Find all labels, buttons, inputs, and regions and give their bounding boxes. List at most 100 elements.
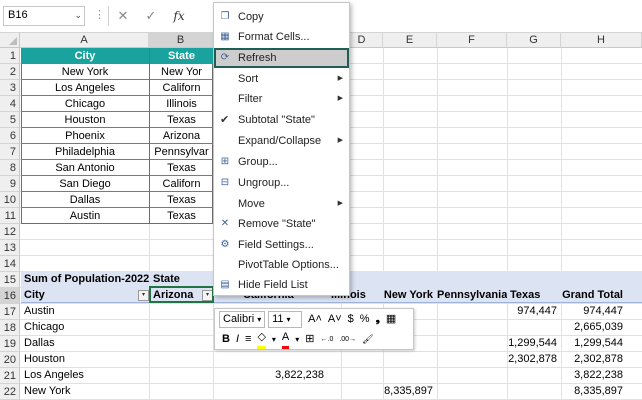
- pivot-col-new-york[interactable]: New York: [383, 287, 437, 303]
- row-header-17[interactable]: 17: [0, 304, 20, 320]
- row-header-18[interactable]: 18: [0, 320, 20, 336]
- pivot-row-city[interactable]: Austin: [21, 303, 149, 319]
- table-cell-city[interactable]: Austin: [21, 208, 149, 224]
- menu-item-group[interactable]: ⊞ Group...: [214, 152, 349, 172]
- increase-decimal-icon[interactable]: ←.0: [321, 331, 334, 348]
- pivot-col-pennsylvania[interactable]: Pennsylvania: [437, 287, 507, 303]
- font-size-box[interactable]: 11 ▾: [268, 311, 303, 328]
- pivot-col-texas[interactable]: Texas: [507, 287, 561, 303]
- pivot-cell-grand-total[interactable]: 2,302,878: [561, 351, 627, 367]
- table-cell-state[interactable]: Californ: [150, 80, 213, 96]
- row-header-15[interactable]: 15: [0, 272, 20, 288]
- table-cell-state[interactable]: Texas: [150, 112, 213, 128]
- column-header-e[interactable]: E: [383, 33, 437, 48]
- table-cell-state[interactable]: Pennsylvar: [150, 144, 213, 160]
- table-cell-state[interactable]: Illinois: [150, 96, 213, 112]
- row-header-14[interactable]: 14: [0, 256, 20, 272]
- pivot-cell-texas[interactable]: [507, 367, 561, 383]
- row-header-3[interactable]: 3: [0, 80, 20, 96]
- percent-icon[interactable]: %: [360, 311, 370, 328]
- row-header-1[interactable]: 1: [0, 48, 20, 64]
- table-cell-state[interactable]: Texas: [150, 208, 213, 224]
- table-cell-city[interactable]: San Antonio: [21, 160, 149, 176]
- pivot-row-city[interactable]: Chicago: [21, 319, 149, 335]
- pivot-col-field[interactable]: State: [150, 271, 213, 287]
- active-cell-selection[interactable]: [149, 286, 214, 303]
- pivot-cell-texas[interactable]: 974,447: [507, 303, 561, 319]
- row-header-8[interactable]: 8: [0, 160, 20, 176]
- column-header-g[interactable]: G: [507, 33, 561, 48]
- table-cell-city[interactable]: Dallas: [21, 192, 149, 208]
- header-city[interactable]: City: [21, 48, 149, 64]
- pivot-cell-california[interactable]: [240, 351, 328, 367]
- row-header-19[interactable]: 19: [0, 336, 20, 352]
- table-cell-city[interactable]: Houston: [21, 112, 149, 128]
- row-header-5[interactable]: 5: [0, 112, 20, 128]
- name-box[interactable]: B16 ⌄: [3, 6, 85, 26]
- row-header-20[interactable]: 20: [0, 352, 20, 368]
- pivot-cell-texas[interactable]: 2,302,878: [507, 351, 561, 367]
- shrink-font-icon[interactable]: A˅: [328, 311, 342, 328]
- table-cell-city[interactable]: Los Angeles: [21, 80, 149, 96]
- menu-item-hide-field-list[interactable]: ▤ Hide Field List: [214, 275, 349, 295]
- row-header-4[interactable]: 4: [0, 96, 20, 112]
- table-cell-city[interactable]: Phoenix: [21, 128, 149, 144]
- chevron-down-icon[interactable]: ⌄: [74, 10, 82, 21]
- borders-icon[interactable]: ⊞: [305, 331, 314, 348]
- pivot-cell-california[interactable]: [240, 383, 328, 399]
- pivot-row-city[interactable]: New York: [21, 383, 149, 399]
- italic-button[interactable]: I: [236, 331, 239, 348]
- enter-icon[interactable]: ✓: [137, 6, 165, 26]
- row-header-6[interactable]: 6: [0, 128, 20, 144]
- row-filter-icon[interactable]: ▾: [138, 290, 149, 301]
- menu-item-subtotal-state[interactable]: ✔ Subtotal "State": [214, 110, 349, 130]
- pivot-cell-grand-total[interactable]: 8,335,897: [561, 383, 627, 399]
- currency-icon[interactable]: $: [348, 311, 354, 328]
- pivot-cell-grand-total[interactable]: 1,299,544: [561, 335, 627, 351]
- insert-function-icon[interactable]: fx: [165, 6, 193, 26]
- pivot-col-grand-total[interactable]: Grand Total: [561, 287, 627, 303]
- comma-style-icon[interactable]: ❟: [376, 311, 380, 328]
- pivot-row-city[interactable]: Houston: [21, 351, 149, 367]
- column-header-b[interactable]: B: [149, 33, 213, 48]
- grow-font-icon[interactable]: A˄: [308, 311, 322, 328]
- row-header-2[interactable]: 2: [0, 64, 20, 80]
- table-cell-state[interactable]: New Yor: [150, 64, 213, 80]
- pivot-cell-grand-total[interactable]: 974,447: [561, 303, 627, 319]
- pivot-cell-new-york[interactable]: [383, 367, 437, 383]
- column-header-h[interactable]: H: [561, 33, 642, 48]
- row-header-13[interactable]: 13: [0, 240, 20, 256]
- pivot-cell-texas[interactable]: [507, 319, 561, 335]
- pivot-row-city[interactable]: Los Angeles: [21, 367, 149, 383]
- row-header-12[interactable]: 12: [0, 224, 20, 240]
- menu-item-remove-state[interactable]: ✕ Remove "State": [214, 214, 349, 234]
- column-header-f[interactable]: F: [437, 33, 507, 48]
- table-cell-state[interactable]: Californ: [150, 176, 213, 192]
- select-all-button[interactable]: [0, 33, 20, 48]
- table-cell-city[interactable]: Philadelphia: [21, 144, 149, 160]
- format-table-icon[interactable]: ▦: [386, 311, 396, 328]
- bold-button[interactable]: B: [222, 331, 230, 348]
- menu-item-sort[interactable]: Sort ▶: [214, 69, 349, 89]
- chevron-down-icon[interactable]: ▾: [295, 331, 299, 348]
- pivot-cell-texas[interactable]: [507, 383, 561, 399]
- header-state[interactable]: State: [150, 48, 213, 64]
- menu-item-field-settings[interactable]: ⚙ Field Settings...: [214, 235, 349, 255]
- pivot-cell-grand-total[interactable]: 3,822,238: [561, 367, 627, 383]
- menu-item-pivottable-options[interactable]: PivotTable Options...: [214, 255, 349, 275]
- pivot-cell-new-york[interactable]: 8,335,897: [383, 383, 437, 399]
- row-header-7[interactable]: 7: [0, 144, 20, 160]
- row-header-11[interactable]: 11: [0, 208, 20, 224]
- cancel-icon[interactable]: ✕: [109, 6, 137, 26]
- table-cell-state[interactable]: Texas: [150, 160, 213, 176]
- pivot-row-field[interactable]: City: [21, 287, 149, 303]
- pivot-cell-texas[interactable]: 1,299,544: [507, 335, 561, 351]
- table-cell-city[interactable]: Chicago: [21, 96, 149, 112]
- menu-item-move[interactable]: Move ▶: [214, 194, 349, 214]
- table-cell-state[interactable]: Texas: [150, 192, 213, 208]
- decrease-decimal-icon[interactable]: .00→: [339, 331, 356, 348]
- menu-item-ungroup[interactable]: ⊟ Ungroup...: [214, 173, 349, 193]
- table-cell-city[interactable]: San Diego: [21, 176, 149, 192]
- menu-item-filter[interactable]: Filter ▶: [214, 89, 349, 109]
- pivot-cell-new-york[interactable]: [383, 351, 437, 367]
